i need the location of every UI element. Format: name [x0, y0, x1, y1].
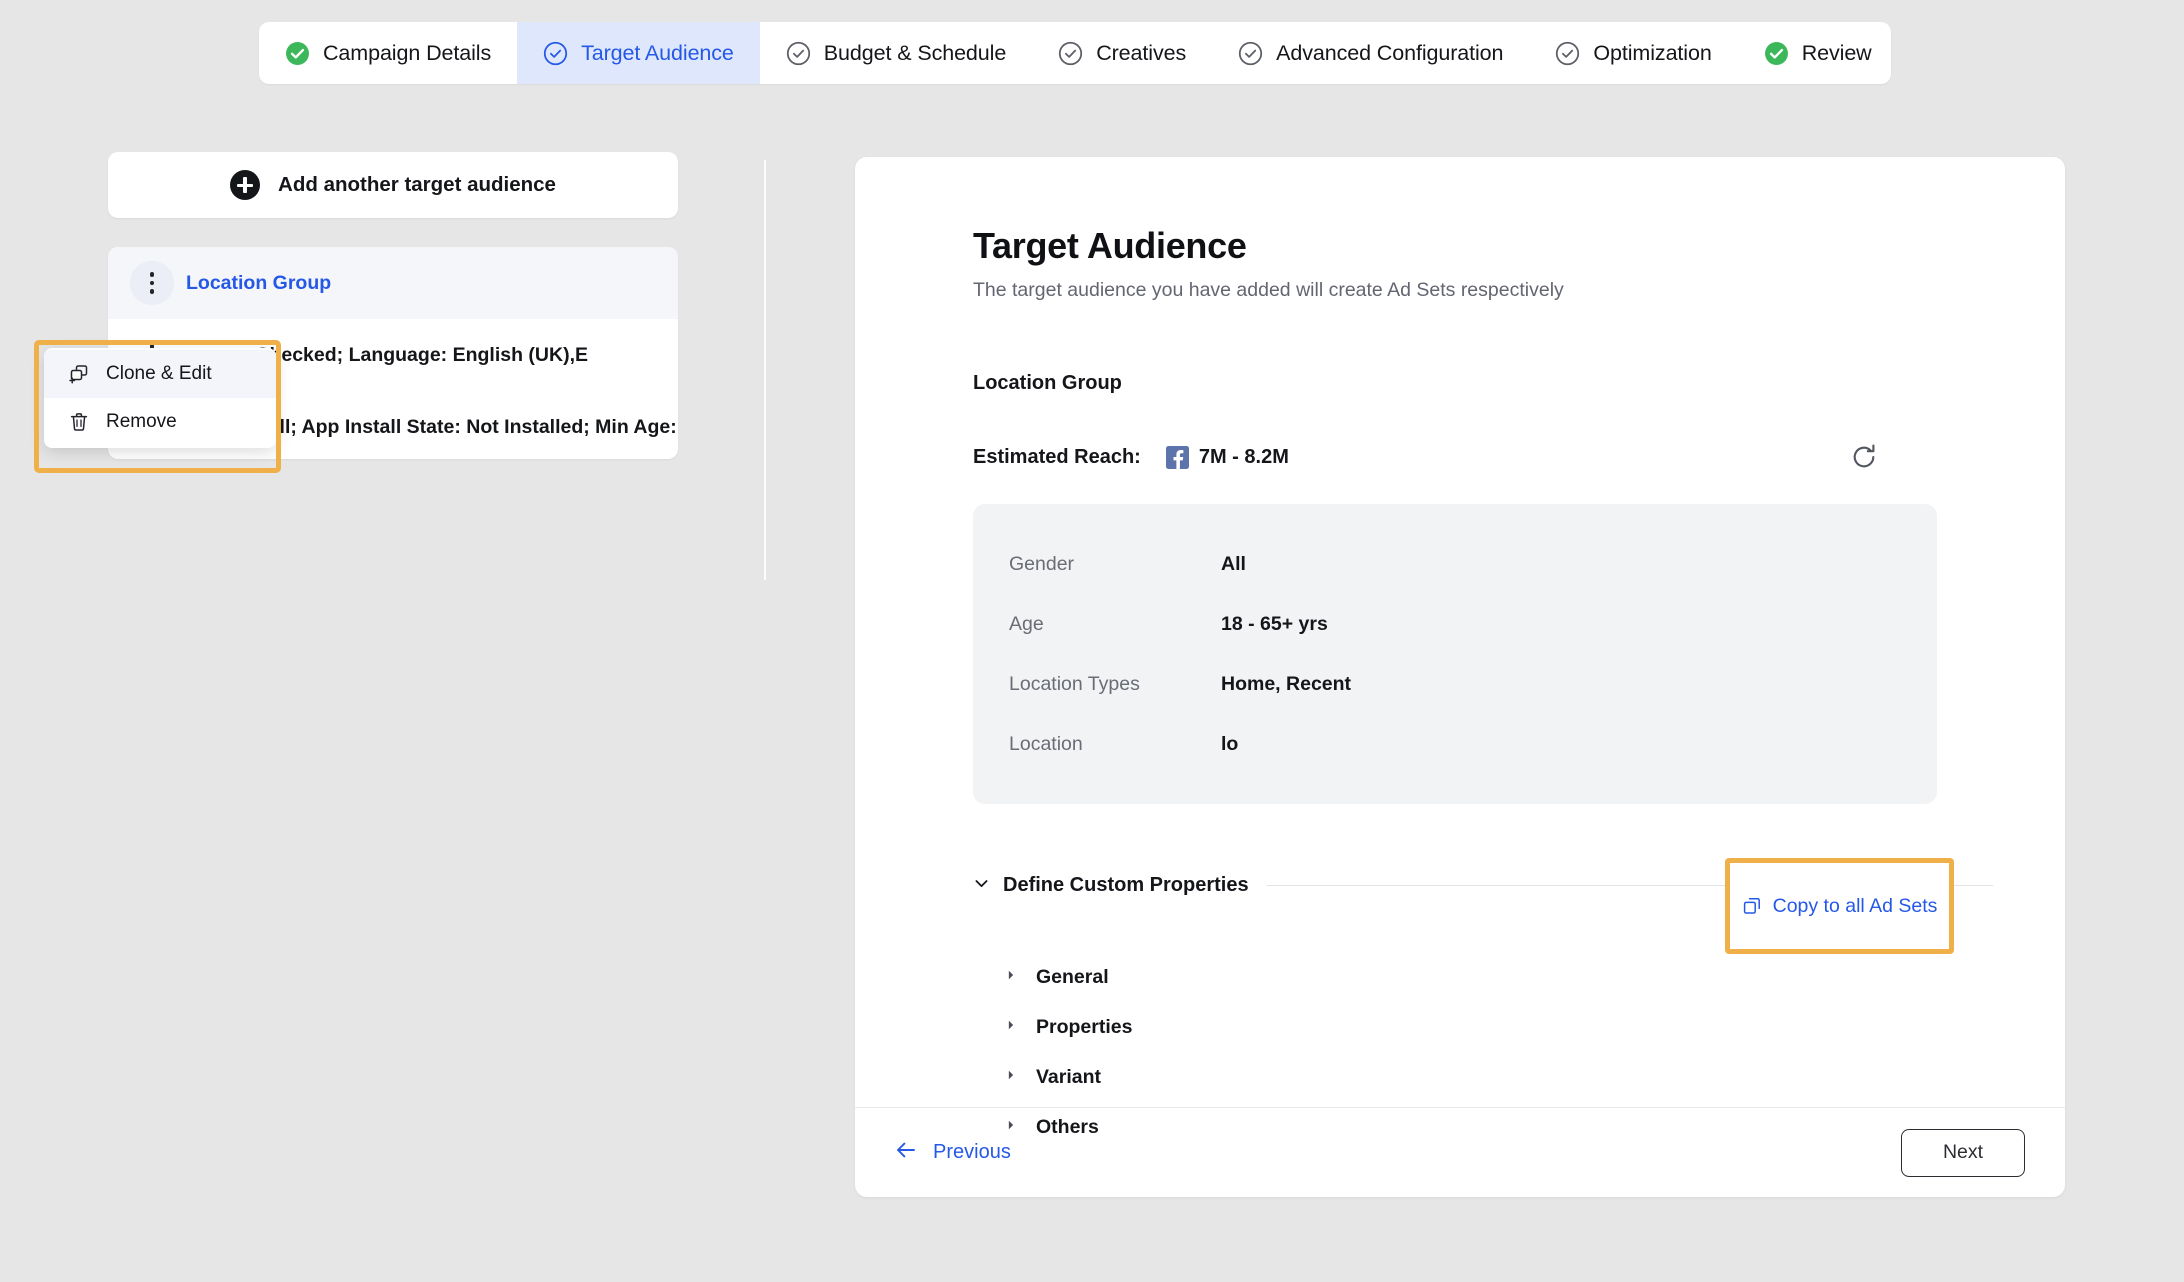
page-root: Campaign Details Target Audience Budget … — [0, 0, 2184, 1282]
trash-icon — [68, 411, 90, 433]
tab-optimization[interactable]: Optimization — [1529, 22, 1737, 84]
panel-footer: Previous Next — [855, 1107, 2065, 1197]
detail-key: Age — [1009, 612, 1044, 635]
detail-value: lo — [1221, 732, 1239, 755]
estimated-reach-label: Estimated Reach: — [973, 445, 1141, 468]
accordion-item-properties[interactable]: Properties — [1005, 1002, 2065, 1052]
tab-label: Optimization — [1593, 40, 1712, 65]
tab-label: Review — [1801, 40, 1872, 65]
check-circle-outline-icon — [1238, 41, 1263, 66]
panel-body: Target Audience The target audience you … — [855, 157, 2065, 1152]
estimated-reach-row: Estimated Reach: 7M - 8.2M — [973, 442, 1973, 472]
check-circle-outline-icon — [786, 41, 811, 66]
chevron-right-icon — [1005, 1068, 1017, 1086]
tab-review[interactable]: Review — [1738, 22, 1891, 84]
define-custom-properties-toggle[interactable]: Define Custom Properties — [973, 874, 1249, 897]
facebook-icon — [1165, 445, 1189, 469]
refresh-icon[interactable] — [1849, 442, 1879, 472]
group-title: Location Group — [973, 372, 1122, 394]
chevron-right-icon — [1005, 968, 1017, 986]
tab-budget-schedule[interactable]: Budget & Schedule — [760, 22, 1032, 84]
clone-icon — [68, 363, 90, 385]
define-custom-properties-label: Define Custom Properties — [1003, 874, 1249, 896]
tab-campaign-details[interactable]: Campaign Details — [259, 22, 517, 84]
accordion-item-general[interactable]: General — [1005, 952, 2065, 1002]
check-circle-outline-icon — [1058, 41, 1083, 66]
add-another-target-audience-button[interactable]: Add another target audience — [108, 152, 678, 218]
table-row: Location lo — [1009, 714, 1937, 774]
tab-label: Target Audience — [581, 40, 734, 65]
previous-label: Previous — [933, 1141, 1011, 1163]
tab-label: Budget & Schedule — [823, 40, 1007, 65]
table-row: Gender All — [1009, 534, 1937, 594]
column-divider — [764, 160, 766, 580]
detail-key: Gender — [1009, 552, 1075, 575]
table-row: Age 18 - 65+ yrs — [1009, 594, 1937, 654]
previous-button[interactable]: Previous — [895, 1139, 1011, 1166]
check-circle-outline-icon — [1555, 41, 1580, 66]
check-circle-outline-icon — [543, 41, 568, 66]
detail-value: 18 - 65+ yrs — [1221, 612, 1328, 635]
menu-item-remove[interactable]: Remove — [44, 398, 276, 446]
plus-circle-icon — [230, 170, 261, 200]
detail-key: Location Types — [1009, 672, 1140, 695]
tab-advanced-configuration[interactable]: Advanced Configuration — [1212, 22, 1529, 84]
audience-detail-table: Gender All Age 18 - 65+ yrs Location Typ… — [973, 504, 1937, 804]
menu-item-label: Clone & Edit — [106, 363, 212, 384]
estimated-reach-value: 7M - 8.2M — [1198, 445, 1289, 468]
copy-icon — [1742, 896, 1762, 916]
list-item-label: Location Group — [186, 271, 332, 294]
check-circle-filled-icon — [1764, 41, 1789, 66]
table-row: Location Types Home, Recent — [1009, 654, 1937, 714]
copy-button-label: Copy to all Ad Sets — [1772, 894, 1938, 917]
detail-key: Location — [1009, 732, 1083, 755]
accordion-label: Properties — [1036, 1015, 1133, 1038]
menu-item-label: Remove — [106, 411, 177, 432]
next-button[interactable]: Next — [1901, 1128, 2025, 1177]
copy-button-inner: Copy to all Ad Sets — [1742, 894, 1938, 918]
accordion-item-variant[interactable]: Variant — [1005, 1052, 2065, 1102]
list-item-location-group[interactable]: Location Group — [108, 247, 678, 319]
tab-label: Creatives — [1096, 40, 1187, 65]
detail-value: All — [1221, 552, 1246, 575]
accordion-label: Variant — [1036, 1065, 1102, 1088]
tab-creatives[interactable]: Creatives — [1032, 22, 1212, 84]
check-circle-filled-icon — [285, 41, 310, 66]
add-button-label: Add another target audience — [278, 173, 556, 196]
page-subtitle: The target audience you have added will … — [973, 279, 1564, 301]
tab-target-audience[interactable]: Target Audience — [517, 22, 760, 84]
chevron-right-icon — [1005, 1018, 1017, 1036]
tab-label: Campaign Details — [323, 40, 492, 65]
detail-value: Home, Recent — [1221, 672, 1352, 695]
tab-label: Advanced Configuration — [1276, 40, 1504, 65]
wizard-stepper: Campaign Details Target Audience Budget … — [259, 22, 1891, 84]
accordion-label: General — [1036, 965, 1109, 988]
kebab-menu-icon[interactable] — [130, 261, 174, 305]
menu-item-clone-and-edit[interactable]: Clone & Edit — [44, 350, 276, 398]
chevron-down-icon — [973, 875, 990, 897]
target-audience-panel: Target Audience The target audience you … — [855, 157, 2065, 1197]
arrow-left-icon — [895, 1139, 917, 1166]
page-title: Target Audience — [973, 225, 1247, 266]
context-menu: Clone & Edit Remove — [44, 348, 276, 448]
copy-to-all-ad-sets-button[interactable]: Copy to all Ad Sets — [1725, 858, 1954, 954]
